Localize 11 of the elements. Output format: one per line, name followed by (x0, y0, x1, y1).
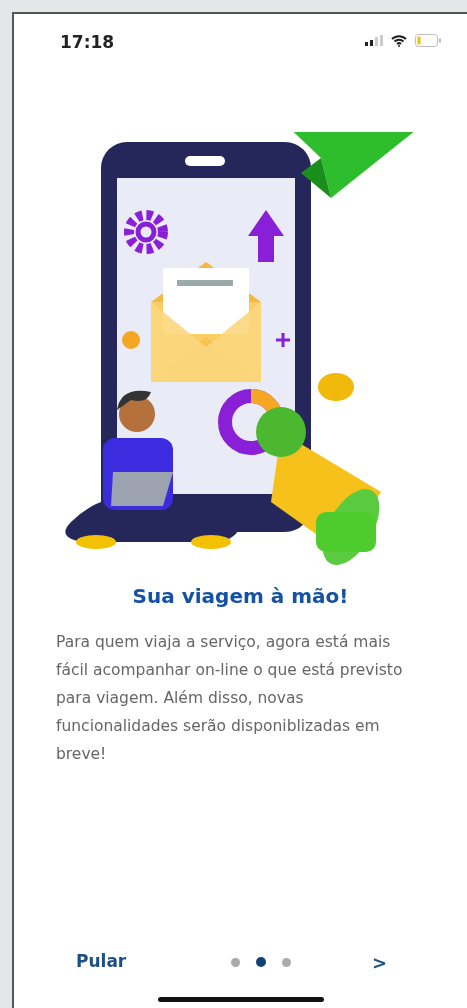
battery-icon (415, 34, 441, 47)
status-time: 17:18 (60, 31, 115, 54)
slide-description: Para quem viaja a serviço, agora está mais fácil acompanhar on-line o que está previsto para viagem. Além disso, novas funcionalidades serão disponiblizadas em breve! (55, 632, 404, 765)
slide-title: Sua viagem à mão! (131, 584, 350, 608)
page-dot[interactable] (282, 957, 292, 967)
page-dot[interactable] (256, 957, 267, 967)
skip-button[interactable]: Pular (76, 949, 127, 975)
signal-icon (365, 35, 383, 46)
next-button[interactable]: > (371, 948, 387, 976)
page-dot[interactable] (231, 957, 241, 967)
wifi-icon (391, 34, 407, 47)
